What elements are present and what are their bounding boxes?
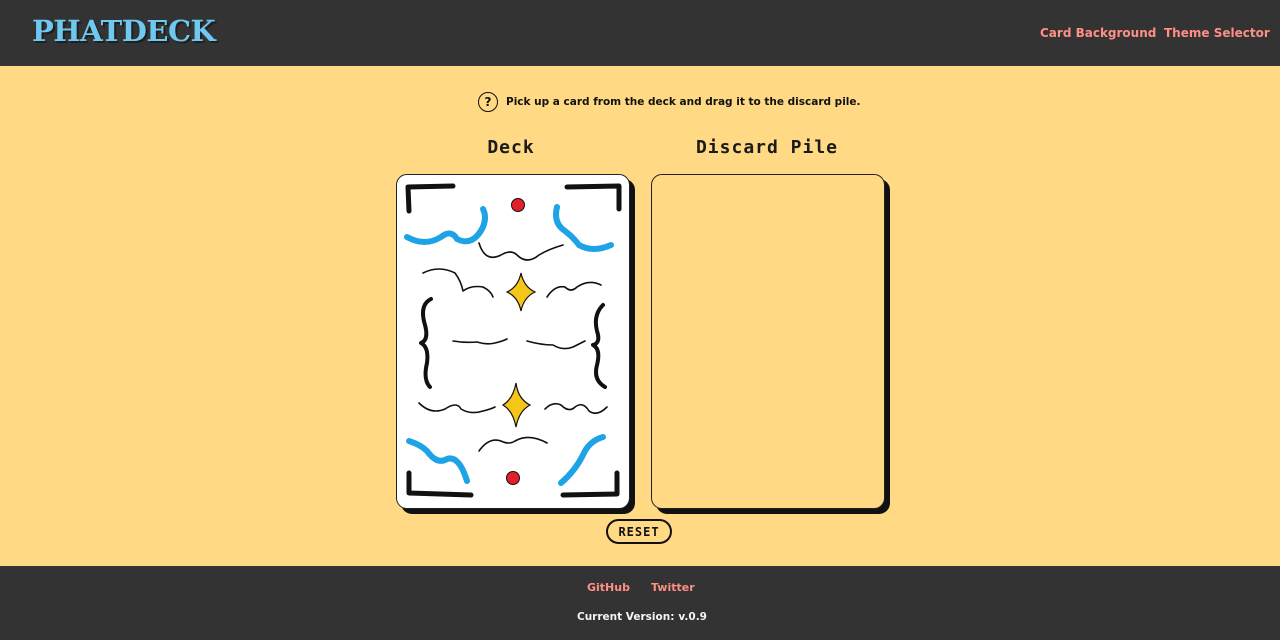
version-info: Current Version: v.0.9 bbox=[0, 611, 1280, 623]
instructions: ? Pick up a card from the deck and drag … bbox=[478, 90, 861, 114]
github-link[interactable]: GitHub bbox=[587, 581, 630, 594]
header-bar: PHATDECK Card Background Theme Selector bbox=[0, 0, 1280, 66]
help-icon[interactable]: ? bbox=[478, 92, 498, 112]
discard-pile-slot[interactable] bbox=[651, 174, 885, 509]
discard-pile-title: Discard Pile bbox=[695, 137, 839, 158]
card-back-pattern bbox=[404, 183, 622, 498]
reset-button[interactable]: RESET bbox=[606, 519, 672, 544]
instructions-text: Pick up a card from the deck and drag it… bbox=[506, 96, 861, 108]
version-value: v.0.9 bbox=[678, 611, 707, 623]
app-logo[interactable]: PHATDECK bbox=[32, 14, 216, 48]
theme-selector-link[interactable]: Theme Selector bbox=[1164, 26, 1270, 40]
card-background-link[interactable]: Card Background bbox=[1040, 26, 1156, 40]
deck-title: Deck bbox=[487, 137, 535, 158]
twitter-link[interactable]: Twitter bbox=[651, 581, 695, 594]
deck-card[interactable] bbox=[396, 174, 630, 509]
version-label: Current Version: bbox=[577, 611, 675, 623]
footer-bar: GitHub Twitter Current Version: v.0.9 bbox=[0, 566, 1280, 640]
